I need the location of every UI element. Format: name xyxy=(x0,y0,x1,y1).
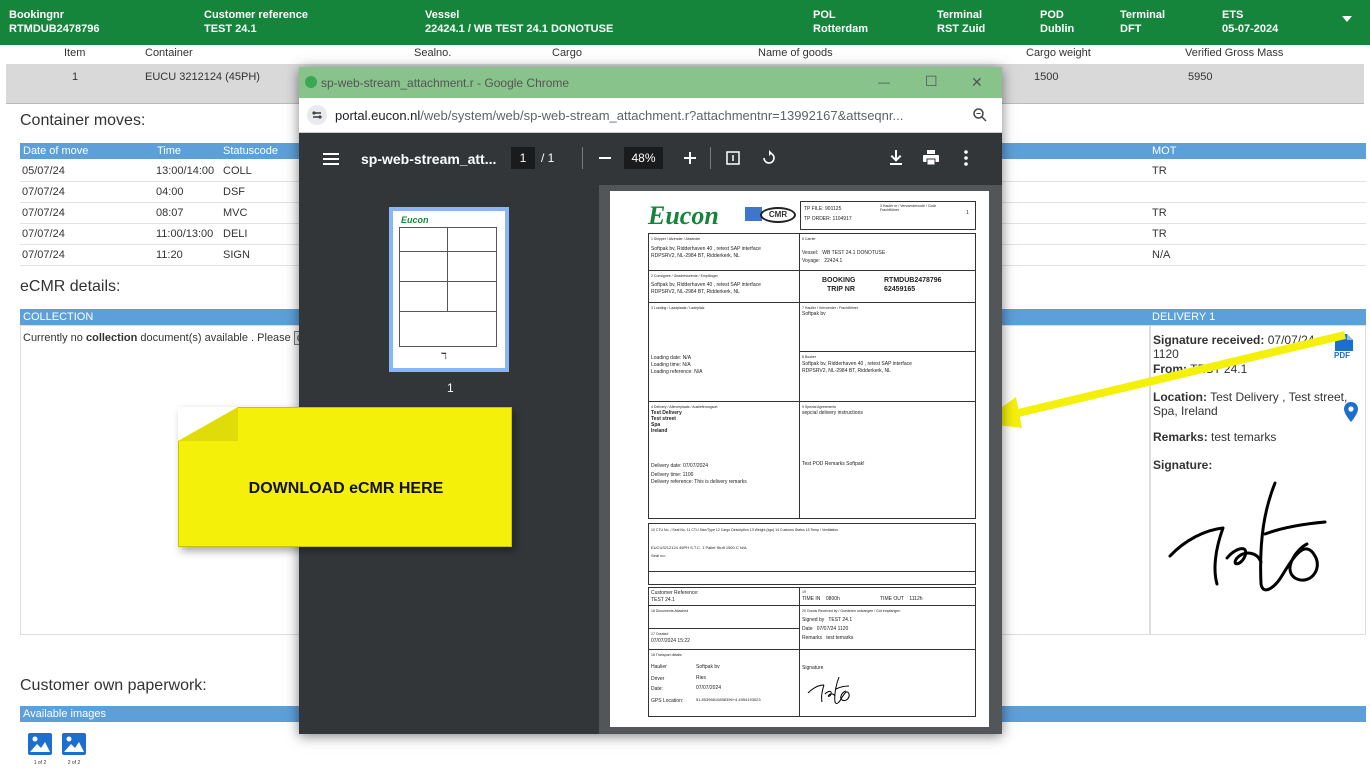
site-info-icon[interactable] xyxy=(307,105,327,125)
more-options-icon[interactable] xyxy=(964,150,968,166)
close-button[interactable]: ✕ xyxy=(971,74,983,91)
vessel-field: Vessel 22424.1 / WB TEST 24.1 DONOTUSE xyxy=(425,9,614,35)
menu-icon[interactable] xyxy=(323,153,339,165)
ets-field: ETS 05-07-2024 xyxy=(1222,9,1279,35)
pdf-title: sp-web-stream_att... xyxy=(361,151,497,167)
chrome-icon xyxy=(305,76,317,88)
address-bar[interactable]: portal.eucon.nl/web/system/web/sp-web-st… xyxy=(299,98,1002,133)
pol-field: POL Rotterdam xyxy=(813,9,869,35)
maximize-button[interactable]: ☐ xyxy=(925,73,938,90)
booking-header: Bookingnr RTMDUB2478796 Customer referenc… xyxy=(0,0,1370,45)
rotate-icon[interactable] xyxy=(761,150,777,166)
col-sealno: Sealno. xyxy=(414,47,452,59)
zoom-icon[interactable] xyxy=(973,108,987,122)
paperwork-title: Customer own paperwork: xyxy=(20,677,207,694)
col-cargo: Cargo xyxy=(552,47,582,59)
url-text[interactable]: portal.eucon.nl/web/system/web/sp-web-st… xyxy=(335,108,953,123)
col-vgm: Verified Gross Mass xyxy=(1185,47,1284,59)
zoom-input[interactable]: 48% xyxy=(624,147,663,169)
image-thumb-2[interactable]: 2 of 2 xyxy=(62,733,86,766)
pod-field: POD Dublin xyxy=(1040,9,1075,35)
col-status: Statuscode xyxy=(223,145,279,157)
doc-signature xyxy=(807,676,850,704)
toolbar-divider xyxy=(582,147,583,169)
eucon-logo: Eucon xyxy=(648,201,719,230)
ecmr-title: eCMR details: xyxy=(20,278,121,295)
delivery-label: DELIVERY 1 xyxy=(1152,311,1216,323)
zoom-out-icon[interactable] xyxy=(599,157,611,159)
item-container: EUCU 3212124 (45PH) xyxy=(145,71,260,83)
thumbnail-number: 1 xyxy=(447,381,454,395)
signature-label: Signature: xyxy=(1153,458,1213,472)
page-thumbnail[interactable]: Eucon ℸ xyxy=(389,207,509,372)
col-weight: Cargo weight xyxy=(1026,47,1091,59)
collection-label: COLLECTION xyxy=(23,311,94,323)
toolbar-divider xyxy=(710,147,711,169)
print-icon[interactable] xyxy=(923,150,939,165)
window-titlebar[interactable]: sp-web-stream_attachment.r - Google Chro… xyxy=(299,67,1002,98)
image-thumb-1[interactable]: 1 of 2 xyxy=(28,733,52,766)
pdf-toolbar: sp-web-stream_att... 1 / 1 48% xyxy=(299,133,1002,185)
col-time: Time xyxy=(157,145,182,157)
terminal2-field: Terminal DFT xyxy=(1120,9,1166,35)
col-name-goods: Name of goods xyxy=(758,47,833,59)
collection-text: Currently no collection document(s) avai… xyxy=(23,331,311,345)
custref-field: Customer reference TEST 24.1 xyxy=(204,9,308,35)
col-date: Date of move xyxy=(23,145,89,157)
page-total: / 1 xyxy=(541,151,555,165)
terminal1-field: Terminal RST Zuid xyxy=(937,9,986,35)
chevron-down-icon[interactable] xyxy=(1342,16,1352,22)
folded-corner-icon xyxy=(178,407,238,441)
cmr-logo: CMR xyxy=(760,207,796,223)
download-icon[interactable] xyxy=(890,150,902,165)
minimize-button[interactable]: — xyxy=(878,75,890,89)
item-vgm: 5950 xyxy=(1188,71,1213,83)
pdf-viewer: Eucon CMR TP FILE: 901125 TP ORDER: 1104… xyxy=(599,185,1002,734)
zoom-in-icon[interactable] xyxy=(684,152,696,164)
callout-text: DOWNLOAD eCMR HERE xyxy=(248,480,444,497)
download-callout[interactable]: DOWNLOAD eCMR HERE xyxy=(178,407,512,547)
window-title: sp-web-stream_attachment.r - Google Chro… xyxy=(321,76,570,90)
col-container: Container xyxy=(145,47,193,59)
col-item: Item xyxy=(64,47,86,59)
moves-title: Container moves: xyxy=(20,112,146,129)
item-weight: 1500 xyxy=(1034,71,1059,83)
pdf-page: Eucon CMR TP FILE: 901125 TP ORDER: 1104… xyxy=(610,191,989,727)
page-number-input[interactable]: 1 xyxy=(511,147,535,169)
image-icon xyxy=(62,733,86,755)
bookingnr-field: Bookingnr RTMDUB2478796 xyxy=(9,9,100,35)
arrow-icon xyxy=(980,331,1346,428)
signature-image xyxy=(1168,481,1327,592)
chrome-window: sp-web-stream_attachment.r - Google Chro… xyxy=(299,67,1002,734)
image-icon xyxy=(28,733,52,755)
item-number: 1 xyxy=(72,71,79,83)
col-mot: MOT xyxy=(1152,145,1177,157)
fit-page-icon[interactable] xyxy=(726,151,740,165)
